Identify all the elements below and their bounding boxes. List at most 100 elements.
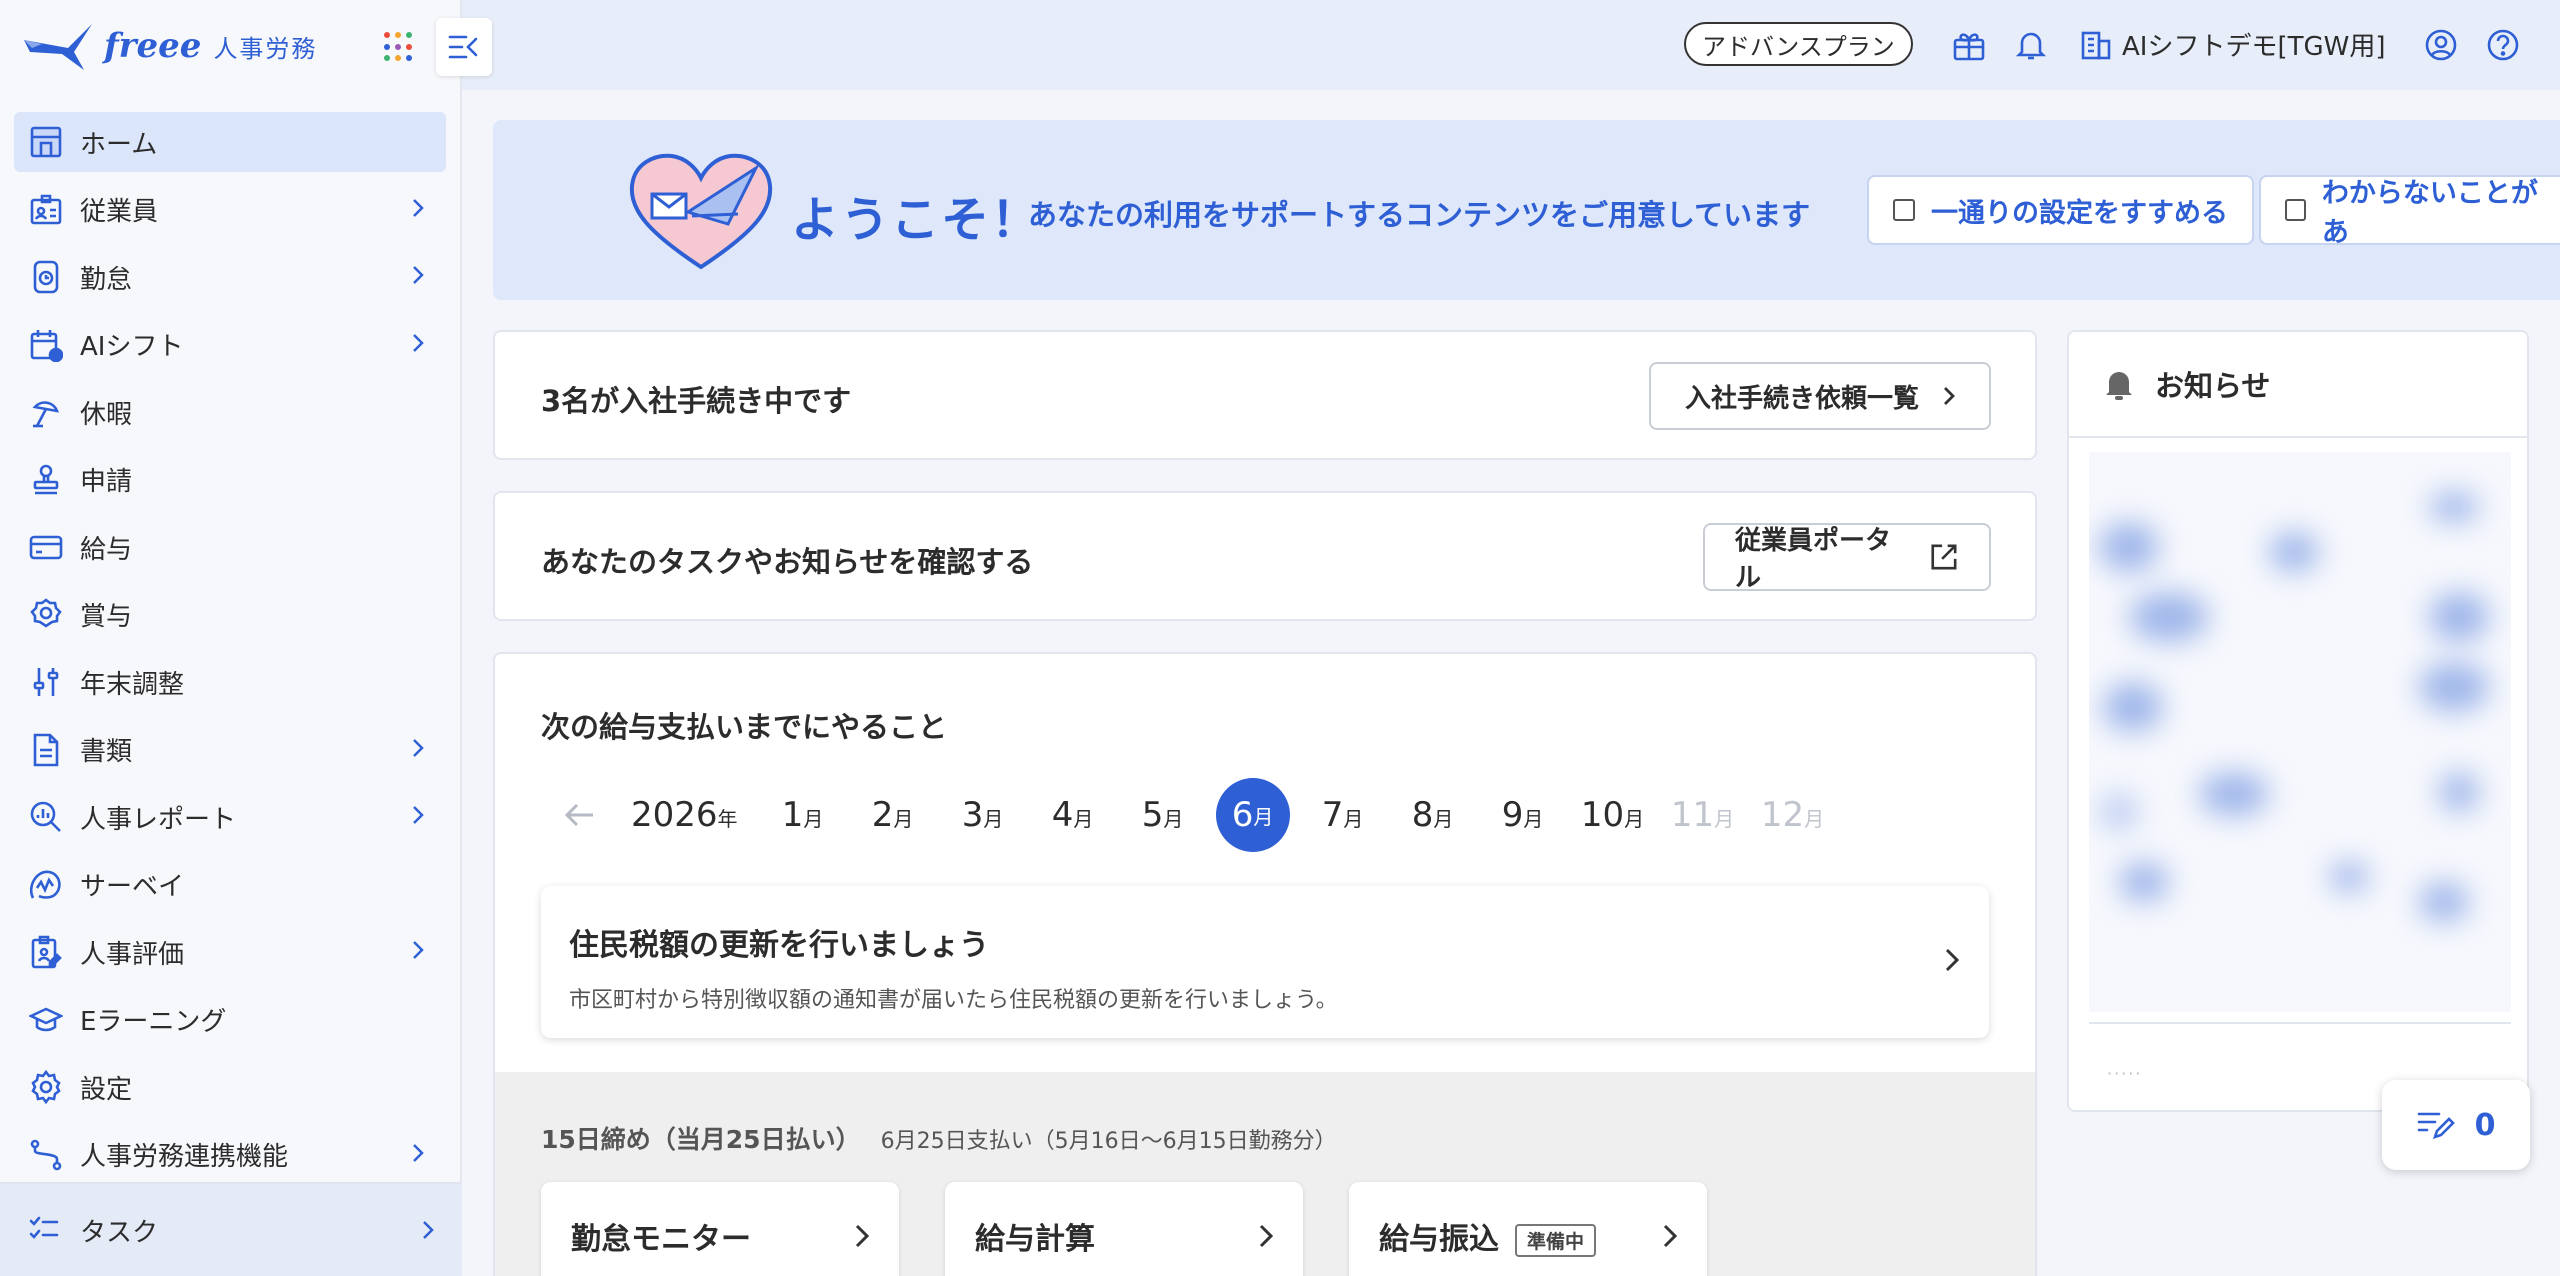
onboarding-card: 3名が入社手続き中です 入社手続き依頼一覧	[493, 330, 2037, 460]
company-switcher[interactable]: AIシフトデモ[TGW用]	[2080, 26, 2385, 63]
year-label: 2026年	[631, 795, 738, 835]
chevron-right-icon	[412, 1143, 432, 1167]
setup-guide-label: 一通りの設定をすすめる	[1931, 197, 2228, 229]
gift-icon[interactable]	[1952, 28, 1986, 62]
chevron-right-icon	[412, 333, 432, 357]
chevron-right-icon	[412, 940, 432, 964]
notice-footer-text: ·····	[2107, 1064, 2143, 1083]
salary-transfer-button[interactable]: 給与振込 準備中	[1349, 1182, 1707, 1276]
month-11: 11月	[1670, 795, 1735, 835]
arrow-left-icon[interactable]	[555, 795, 605, 835]
setup-guide-button[interactable]: 一通りの設定をすすめる	[1867, 175, 2254, 245]
month-5[interactable]: 5月	[1118, 795, 1208, 835]
bell-icon	[2106, 372, 2132, 400]
integration-route-icon	[28, 1137, 64, 1173]
sidebar-item-umbrella[interactable]: 休暇	[14, 382, 446, 442]
chevron-right-icon	[412, 198, 432, 222]
checkbox-icon	[2285, 199, 2306, 221]
portal-card: あなたのタスクやお知らせを確認する 従業員ポータル	[493, 491, 2037, 621]
employee-portal-button[interactable]: 従業員ポータル	[1703, 523, 1991, 593]
user-account-icon[interactable]	[2424, 28, 2458, 62]
payroll-cycle-heading: 15日締め（当月25日払い） 6月25日支払い（5月16日〜6月15日勤務分）	[541, 1120, 1337, 1156]
resident-tax-task-card[interactable]: 住民税額の更新を行いましょう 市区町村から特別徴収額の通知書が届いたら住民税額の…	[541, 886, 1989, 1038]
memo-count: 0	[2474, 1107, 2496, 1143]
payroll-todo-title: 次の給与支払いまでにやること	[541, 710, 948, 744]
sidebar-item-survey-pulse[interactable]: サーベイ	[14, 855, 446, 915]
sidebar-item-label: 従業員	[80, 197, 159, 227]
app-switcher-icon[interactable]	[384, 32, 414, 62]
chevron-right-icon	[855, 1224, 869, 1248]
chevron-right-icon	[1944, 387, 1955, 405]
top-header: アドバンスプラン AIシフトデモ[TGW用]	[462, 0, 2560, 90]
notice-list-blurred[interactable]	[2089, 452, 2511, 1012]
collapse-sidebar-button[interactable]	[436, 18, 492, 76]
month-7[interactable]: 7月	[1298, 795, 1388, 835]
sidebar-item-medal[interactable]: 賞与	[14, 585, 446, 645]
stamp-icon	[28, 462, 64, 498]
memo-count-button[interactable]: 0	[2382, 1080, 2530, 1170]
wallet-card-icon	[28, 529, 64, 565]
sidebar-item-label: Eラーニング	[80, 1007, 227, 1037]
chevron-right-icon	[412, 805, 432, 829]
sidebar-item-report-search[interactable]: 人事レポート	[14, 787, 446, 847]
month-1[interactable]: 1月	[758, 795, 848, 835]
graduation-cap-icon	[28, 1002, 64, 1038]
month-2[interactable]: 2月	[848, 795, 938, 835]
checklist-icon	[28, 1212, 64, 1248]
sidebar-item-label: AIシフト	[80, 332, 184, 362]
sidebar-nav: ホーム従業員勤怠 AIシフト休暇申請給与賞与年末調整書類人事レポートサーベイ人事評…	[14, 112, 446, 1192]
sidebar-item-evaluation-clipboard[interactable]: 人事評価	[14, 922, 446, 982]
step-label: 給与振込	[1379, 1222, 1499, 1257]
sidebar-item-employee-card[interactable]: 従業員	[14, 180, 446, 240]
sidebar-item-wallet-card[interactable]: 給与	[14, 517, 446, 577]
freee-logo[interactable]: freee 人事労務	[22, 18, 317, 74]
bell-icon[interactable]	[2014, 28, 2048, 62]
month-4[interactable]: 4月	[1028, 795, 1118, 835]
sidebar-item-label: サーベイ	[80, 872, 185, 902]
chevron-right-icon	[423, 1221, 434, 1239]
onboarding-list-button[interactable]: 入社手続き依頼一覧	[1649, 362, 1991, 430]
sidebar-item-label: 休暇	[80, 399, 133, 430]
external-link-icon	[1931, 544, 1957, 570]
attendance-monitor-button[interactable]: 勤怠モニター	[541, 1182, 899, 1276]
sidebar-item-label: 賞与	[80, 602, 133, 632]
sidebar-item-clock-watch[interactable]: 勤怠	[14, 247, 446, 307]
sidebar-item-label: 設定	[80, 1074, 133, 1105]
collapse-menu-icon	[448, 35, 478, 59]
payroll-calculation-button[interactable]: 給与計算	[945, 1182, 1303, 1276]
sidebar-item-gear[interactable]: 設定	[14, 1057, 446, 1117]
logo-subtitle: 人事労務	[213, 34, 318, 63]
month-10[interactable]: 10月	[1568, 795, 1658, 835]
logo-row: freee 人事労務	[0, 0, 462, 92]
cycle-title: 15日締め（当月25日払い）	[541, 1125, 861, 1154]
heart-envelope-illustration	[629, 153, 773, 270]
help-topics-button[interactable]: わからないことがあ	[2259, 175, 2560, 248]
month-6[interactable]: 6月	[1215, 778, 1290, 852]
sidebar-item-graduation-cap[interactable]: Eラーニング	[14, 990, 446, 1050]
notice-title: お知らせ	[2155, 369, 2271, 403]
month-8[interactable]: 8月	[1388, 795, 1478, 835]
sidebar-item-home[interactable]: ホーム	[14, 112, 446, 172]
help-icon[interactable]	[2486, 28, 2520, 62]
bird-logo-icon	[24, 24, 92, 70]
sidebar-item-document[interactable]: 書類	[14, 720, 446, 780]
calendar-clock-icon	[28, 327, 64, 363]
payroll-cycle-section: 15日締め（当月25日払い） 6月25日支払い（5月16日〜6月15日勤務分） 勤…	[495, 1072, 2035, 1276]
plan-badge[interactable]: アドバンスプラン	[1684, 22, 1913, 66]
sidebar-item-stamp[interactable]: 申請	[14, 450, 446, 510]
checkbox-icon	[1893, 199, 1915, 221]
sidebar-item-sliders[interactable]: 年末調整	[14, 652, 446, 712]
month-3[interactable]: 3月	[938, 795, 1028, 835]
notice-footer: ·····	[2089, 1022, 2511, 1083]
month-9[interactable]: 9月	[1478, 795, 1568, 835]
month-12: 12月	[1760, 795, 1825, 835]
step-label: 給与計算	[975, 1222, 1095, 1257]
notice-panel: お知らせ ·····	[2067, 330, 2529, 1112]
umbrella-icon	[28, 394, 64, 430]
sidebar-item-integration-route[interactable]: 人事労務連携機能	[14, 1125, 446, 1185]
cycle-detail: 6月25日支払い（5月16日〜6月15日勤務分）	[880, 1129, 1337, 1154]
sidebar-item-label: 給与	[80, 534, 133, 565]
sidebar-item-label: 書類	[80, 737, 133, 767]
sidebar-item-calendar-clock[interactable]: AIシフト	[14, 315, 446, 375]
sidebar-task-bar[interactable]: タスク	[0, 1182, 462, 1276]
